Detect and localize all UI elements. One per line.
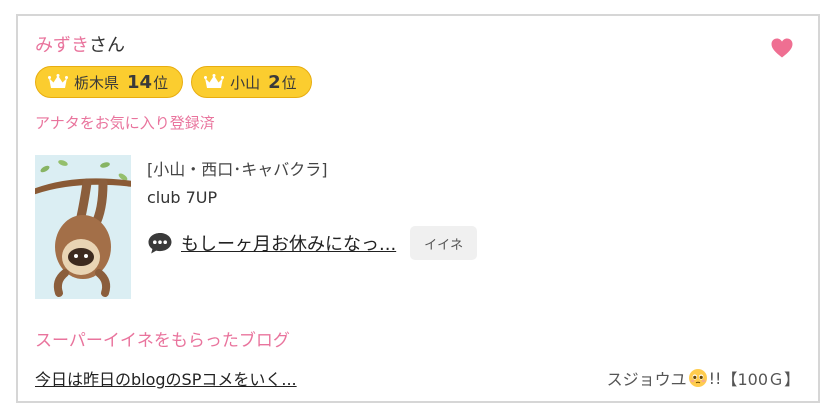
badge-rank: 2 xyxy=(268,71,281,93)
crown-icon xyxy=(48,74,68,88)
cast-name-text[interactable]: みずき xyxy=(35,35,89,56)
badge-rank: 14 xyxy=(127,71,153,93)
cast-card: みずきさん 栃木県 14 位 小山 2位 アナタをお気に入り登録済 [小山・西口… xyxy=(16,14,820,403)
ranking-badges: 栃木県 14 位 小山 2位 xyxy=(35,66,312,98)
badge-rank-unit: 位 xyxy=(281,73,297,92)
cast-name[interactable]: みずきさん xyxy=(35,34,125,58)
pleading-face-emoji xyxy=(688,369,707,387)
super-iine-meta: スジョウユ !! 【100Ｇ】 xyxy=(607,366,800,390)
super-iine-bang: !! xyxy=(708,368,722,388)
favorite-status: アナタをお気に入り登録済 xyxy=(35,114,215,132)
shop-name[interactable]: club 7UP xyxy=(147,188,217,207)
super-iine-heading: スーパーイイネをもらったブログ xyxy=(35,331,290,351)
latest-message-row: もしーヶ月お休みになっ... イイネ xyxy=(147,226,478,260)
ranking-badge-area[interactable]: 小山 2位 xyxy=(191,66,312,98)
cast-name-suffix: さん xyxy=(89,35,125,56)
iine-button[interactable]: イイネ xyxy=(410,226,478,260)
profile-image[interactable] xyxy=(35,155,131,299)
badge-area: 小山 xyxy=(230,73,261,92)
badge-rank-unit: 位 xyxy=(153,73,169,92)
super-iine-sender: スジョウユ xyxy=(606,370,687,389)
super-iine-blog-link[interactable]: 今日は昨日のblogのSPコメをいく... xyxy=(35,366,297,390)
super-iine-points: 【100Ｇ】 xyxy=(721,370,800,389)
shop-area: [小山・西口･キャバクラ] xyxy=(147,160,328,179)
chat-bubble-icon xyxy=(148,233,172,254)
crown-icon xyxy=(204,74,225,88)
heart-icon[interactable] xyxy=(770,36,794,60)
latest-message-link[interactable]: もしーヶ月お休みになっ... xyxy=(181,230,396,256)
ranking-badge-prefecture[interactable]: 栃木県 14 位 xyxy=(35,66,184,98)
badge-area: 栃木県 xyxy=(74,73,120,92)
